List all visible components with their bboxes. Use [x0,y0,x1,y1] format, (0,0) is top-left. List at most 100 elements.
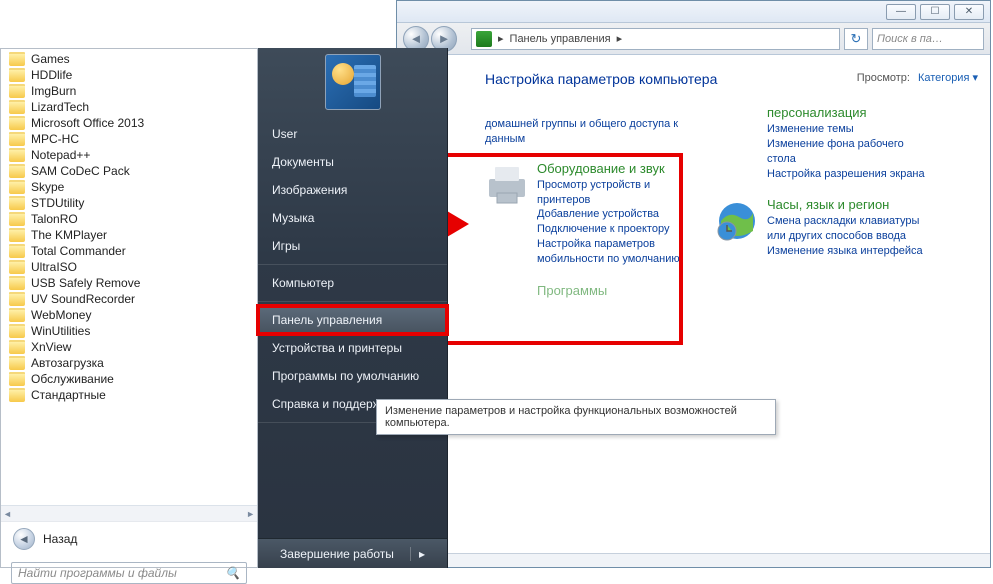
link-interface-language[interactable]: Изменение языка интерфейса [767,244,925,259]
user-picture-frame[interactable] [258,54,447,110]
folder-label: WinUtilities [31,324,90,338]
link-screen-resolution[interactable]: Настройка разрешения экрана [767,167,925,182]
back-button[interactable]: ◄ Назад [1,521,257,556]
start-right-item-устройства-и-принтеры[interactable]: Устройства и принтеры [258,334,447,362]
folder-icon [9,100,25,114]
category-title-hardware[interactable]: Оборудование и звук [537,161,695,176]
folder-item[interactable]: WinUtilities [1,323,257,339]
start-right-item-компьютер[interactable]: Компьютер [258,269,447,297]
category-title-programs[interactable]: Программы [537,283,695,298]
folder-item[interactable]: UV SoundRecorder [1,291,257,307]
folder-item[interactable]: LizardTech [1,99,257,115]
link-homegroup-partial[interactable]: домашней группы и общего доступа к данны… [485,117,695,147]
start-right-item-музыка[interactable]: Музыка [258,204,447,232]
address-bar[interactable]: ▸ Панель управления ▸ [471,28,840,50]
category-hardware-sound: Оборудование и звук Просмотр устройств и… [485,161,695,267]
search-placeholder: Поиск в па… [877,33,943,45]
folder-item[interactable]: Games [1,51,257,67]
folder-item[interactable]: USB Safely Remove [1,275,257,291]
folder-icon [9,132,25,146]
folder-icon [9,196,25,210]
folder-label: STDUtility [31,196,84,210]
link-add-device[interactable]: Добавление устройства [537,207,695,222]
folder-item[interactable]: Microsoft Office 2013 [1,115,257,131]
link-view-devices[interactable]: Просмотр устройств и принтеров [537,178,695,208]
folder-label: Skype [31,180,64,194]
folder-label: LizardTech [31,100,89,114]
category-programs: Программы [485,283,695,298]
search-box[interactable]: Поиск в па… [872,28,984,50]
folder-icon [9,356,25,370]
close-button[interactable]: ✕ [954,4,984,20]
folder-icon [9,180,25,194]
folder-icon [9,84,25,98]
refresh-button[interactable]: ↻ [844,28,868,50]
folder-icon [9,340,25,354]
start-menu-right: UserДокументыИзображенияМузыкаИгры Компью… [258,48,448,568]
folder-label: TalonRO [31,212,78,226]
folder-item[interactable]: Обслуживание [1,371,257,387]
category-title-personalization[interactable]: персонализация [767,105,925,120]
status-bar [397,553,990,567]
start-search-box[interactable]: Найти программы и файлы 🔍 [11,562,247,584]
folder-item[interactable]: HDDlife [1,67,257,83]
start-right-item-программы-по-умолчанию[interactable]: Программы по умолчанию [258,362,447,390]
category-title-clock[interactable]: Часы, язык и регион [767,197,925,212]
control-panel-window: — ☐ ✕ ◄ ► ▸ Панель управления ▸ ↻ Поиск … [396,0,991,568]
control-panel-icon [476,31,492,47]
folder-item[interactable]: XnView [1,339,257,355]
folder-label: XnView [31,340,71,354]
folder-icon [9,372,25,386]
view-selector[interactable]: Просмотр: Категория [857,71,978,84]
category-personalization: персонализация Изменение темы Изменение … [715,105,925,181]
link-connect-projector[interactable]: Подключение к проектору [537,222,695,237]
start-menu-left: GamesHDDlifeImgBurnLizardTechMicrosoft O… [0,48,258,568]
folder-item[interactable]: UltraISO [1,259,257,275]
start-right-item-панель-управления[interactable]: Панель управления [258,306,447,334]
folder-icon [9,308,25,322]
folder-item[interactable]: WebMoney [1,307,257,323]
folder-item[interactable]: SAM CoDeC Pack [1,163,257,179]
folder-icon [9,228,25,242]
shutdown-button[interactable]: Завершение работы [258,538,447,568]
cp-body: Настройка параметров компьютера Просмотр… [397,55,990,553]
minimize-button[interactable]: — [886,4,916,20]
view-label: Просмотр: [857,72,910,84]
all-programs-list[interactable]: GamesHDDlifeImgBurnLizardTechMicrosoft O… [1,49,257,505]
link-change-wallpaper[interactable]: Изменение фона рабочего стола [767,137,925,167]
folder-item[interactable]: The KMPlayer [1,227,257,243]
link-mobility-settings[interactable]: Настройка параметров мобильности по умол… [537,237,695,267]
start-right-item-игры[interactable]: Игры [258,232,447,260]
folder-item[interactable]: MPC-HC [1,131,257,147]
back-label: Назад [43,532,77,546]
view-value[interactable]: Категория [918,71,978,84]
search-icon: 🔍 [225,566,240,580]
separator [258,301,447,302]
folder-icon [9,164,25,178]
maximize-button[interactable]: ☐ [920,4,950,20]
folder-icon [9,212,25,226]
folder-label: HDDlife [31,68,72,82]
start-right-item-документы[interactable]: Документы [258,148,447,176]
folder-item[interactable]: ImgBurn [1,83,257,99]
folder-item[interactable]: Notepad++ [1,147,257,163]
folder-label: Автозагрузка [31,356,104,370]
toolbar: ◄ ► ▸ Панель управления ▸ ↻ Поиск в па… [397,23,990,55]
folder-label: USB Safely Remove [31,276,140,290]
start-right-item-user[interactable]: User [258,120,447,148]
folder-item[interactable]: TalonRO [1,211,257,227]
folder-item[interactable]: Skype [1,179,257,195]
folder-item[interactable]: Стандартные [1,387,257,403]
start-right-item-изображения[interactable]: Изображения [258,176,447,204]
folder-icon [9,148,25,162]
folder-icon [9,324,25,338]
horizontal-scrollbar[interactable]: ◄► [1,505,257,521]
folder-item[interactable]: STDUtility [1,195,257,211]
start-search-placeholder: Найти программы и файлы [18,566,177,580]
folder-label: SAM CoDeC Pack [31,164,130,178]
link-change-theme[interactable]: Изменение темы [767,122,925,137]
folder-label: Notepad++ [31,148,90,162]
link-keyboard-layout[interactable]: Смена раскладки клавиатуры или других сп… [767,214,925,244]
folder-item[interactable]: Total Commander [1,243,257,259]
folder-item[interactable]: Автозагрузка [1,355,257,371]
